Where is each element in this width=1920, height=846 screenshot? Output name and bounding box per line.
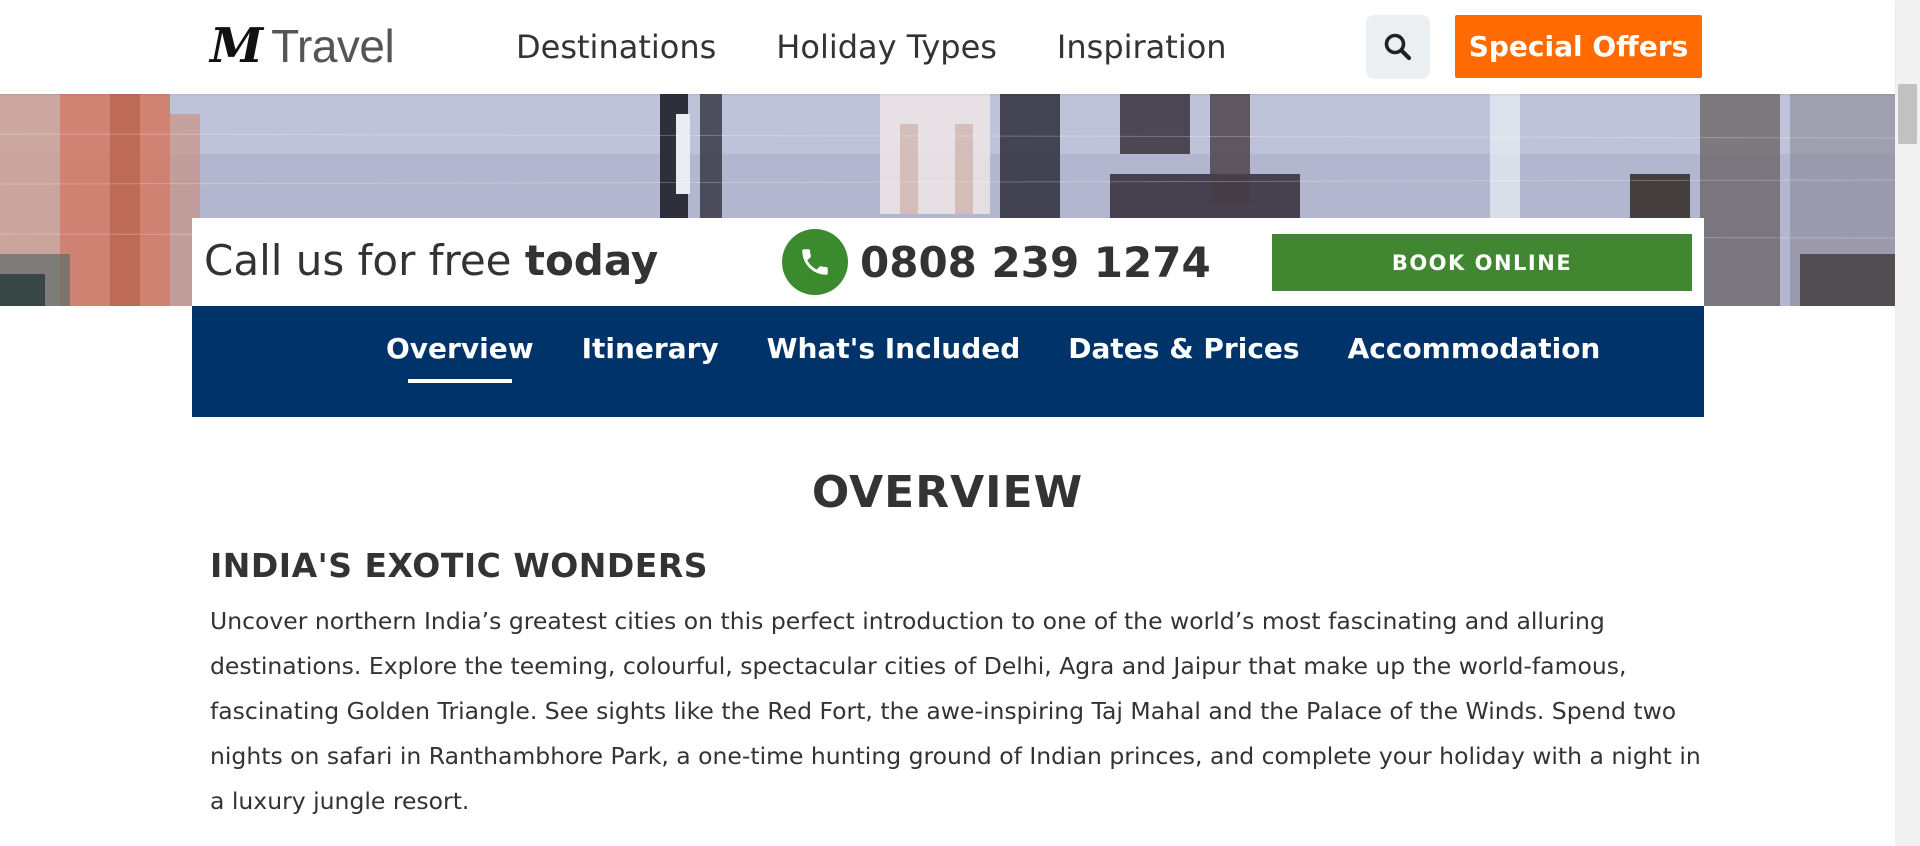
call-us-bold: today <box>524 236 659 285</box>
site-header: M Travel Destinations Holiday Types Insp… <box>0 0 1895 94</box>
tour-tab-bar: Overview Itinerary What's Included Dates… <box>192 306 1704 417</box>
tab-accommodation[interactable]: Accommodation <box>1348 332 1601 383</box>
tab-dates-prices[interactable]: Dates & Prices <box>1068 332 1299 383</box>
scrollbar-thumb[interactable] <box>1898 84 1917 144</box>
tab-overview[interactable]: Overview <box>386 332 534 383</box>
phone-icon-glyph <box>802 249 828 275</box>
tab-whats-included[interactable]: What's Included <box>767 332 1021 383</box>
overview-heading: OVERVIEW <box>811 467 1084 518</box>
overview-paragraph: Uncover northern India’s greatest cities… <box>210 607 1701 815</box>
logo[interactable]: M Travel <box>210 18 395 74</box>
call-bar: Call us for free today 0808 239 1274 BOO… <box>192 218 1704 306</box>
logo-mark: M <box>210 18 263 74</box>
search-icon <box>1384 33 1412 61</box>
special-offers-button[interactable]: Special Offers <box>1455 15 1702 78</box>
tour-subtitle: INDIA'S EXOTIC WONDERS <box>210 546 709 585</box>
phone-icon <box>782 229 848 295</box>
phone-link[interactable]: 0808 239 1274 <box>782 229 1211 295</box>
call-us-plain: Call us for free <box>204 236 525 285</box>
phone-number[interactable]: 0808 239 1274 <box>860 238 1211 287</box>
tab-list: Overview Itinerary What's Included Dates… <box>386 332 1648 383</box>
search-button[interactable] <box>1366 15 1430 79</box>
book-online-button[interactable]: BOOK ONLINE <box>1272 234 1692 291</box>
nav-destinations[interactable]: Destinations <box>516 28 716 66</box>
logo-text: Travel <box>271 20 395 72</box>
tab-itinerary[interactable]: Itinerary <box>582 332 719 383</box>
nav-holiday-types[interactable]: Holiday Types <box>776 28 997 66</box>
call-us-text: Call us for free today <box>204 236 658 285</box>
nav-inspiration[interactable]: Inspiration <box>1057 28 1227 66</box>
main-nav: Destinations Holiday Types Inspiration <box>516 22 1287 72</box>
